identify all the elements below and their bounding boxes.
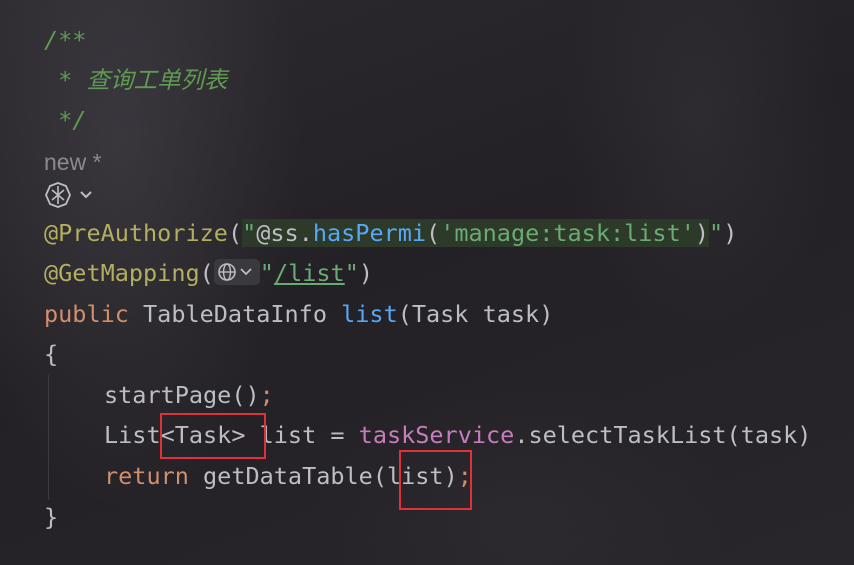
doc-comment-star: * [44, 66, 87, 94]
chevron-down-icon[interactable] [78, 186, 94, 202]
method-signature-line: public TableDataInfo list(Task task) [44, 296, 553, 332]
semicolon: ; [259, 381, 274, 409]
quote: " [259, 259, 274, 287]
doc-comment-text: 查询工单列表 [86, 66, 228, 94]
paren: ) [358, 259, 374, 287]
open-brace: { [44, 340, 59, 368]
generic-type-highlight [160, 413, 266, 459]
quote: " [242, 219, 257, 247]
paren: ( [199, 259, 214, 287]
method-name[interactable]: list [341, 300, 398, 328]
at-sign: @ [256, 219, 271, 247]
public-keyword: public [44, 300, 129, 328]
quote: " [709, 219, 724, 247]
task-service-field[interactable]: taskService [359, 421, 515, 449]
paren: ( [426, 219, 441, 247]
preauthorize-line: @PreAuthorize("@ss.hasPermi('manage:task… [44, 215, 737, 251]
indent-guide [48, 375, 49, 500]
select-task-list-call: .selectTaskList(task) [514, 421, 812, 449]
parens: () [231, 381, 260, 409]
haspermi-method: hasPermi [312, 219, 427, 247]
return-arg-highlight [399, 450, 472, 510]
doc-comment-close: */ [44, 106, 87, 134]
getmapping-line: @GetMapping( "/list") [44, 255, 373, 291]
start-page-call[interactable]: startPage [104, 381, 231, 409]
getmapping-annotation: @GetMapping [44, 259, 200, 287]
doc-comment-open: /** [44, 26, 87, 54]
return-keyword: return [104, 462, 189, 490]
start-page-line: startPage(); [104, 377, 274, 413]
paren: ) [723, 219, 738, 247]
permission-string: 'manage:task:list' [440, 219, 695, 247]
string-region: "@ss.hasPermi('manage:task:list') [242, 219, 710, 247]
mapping-path-link[interactable]: /list [274, 259, 345, 287]
preauthorize-annotation: @PreAuthorize [44, 219, 228, 247]
quote: " [344, 259, 359, 287]
paren: ( [227, 219, 243, 247]
method-params: (Task task) [397, 300, 554, 328]
globe-icon[interactable] [213, 259, 260, 285]
return-type: TableDataInfo [128, 300, 342, 328]
dot: . [298, 219, 313, 247]
close-brace: } [44, 503, 59, 531]
get-data-table-call: getDataTable( [188, 462, 387, 490]
list-type: List [104, 421, 161, 449]
ss-bean: ss [270, 219, 299, 247]
doc-comment-line: * 查询工单列表 [44, 62, 227, 98]
paren: ) [694, 219, 710, 247]
ai-assistant-icon[interactable] [44, 182, 72, 208]
code-editor[interactable]: /** * 查询工单列表 */ new * @PreAuthorize("@ss… [0, 0, 854, 565]
author-hint[interactable]: new * [44, 144, 102, 180]
